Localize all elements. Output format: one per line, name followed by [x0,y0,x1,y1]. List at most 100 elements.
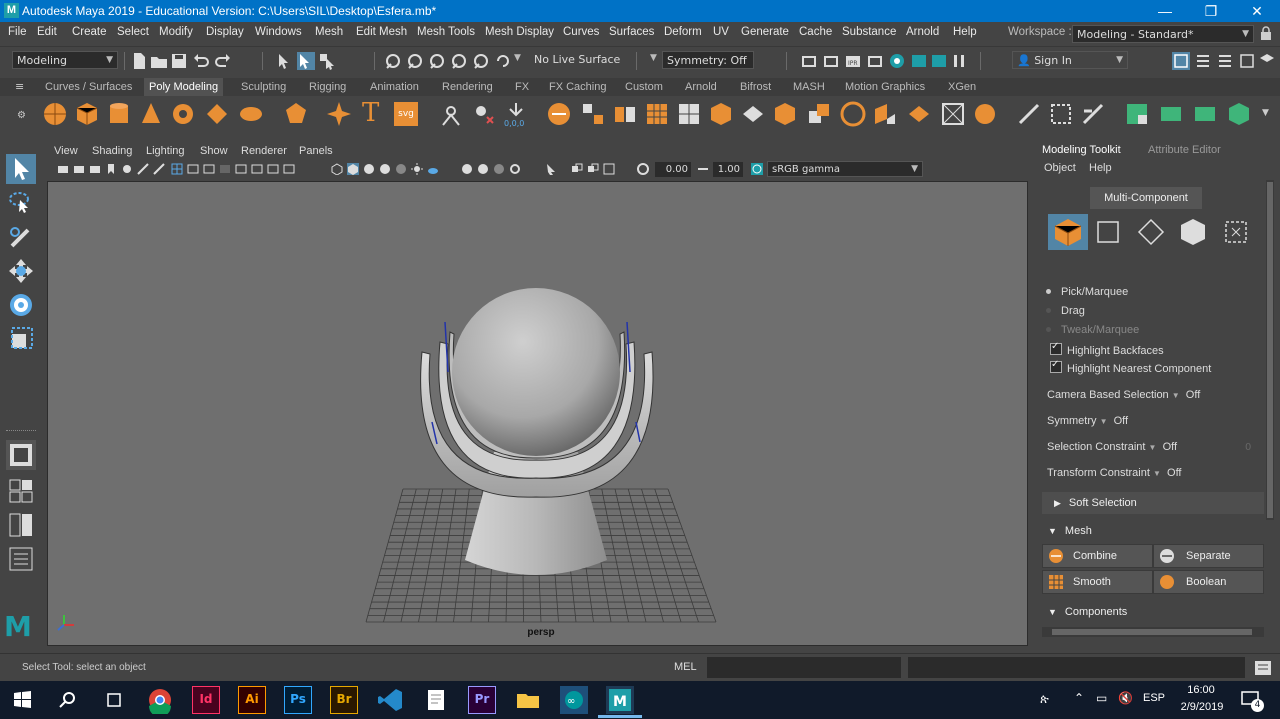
four-view-layout-icon[interactable] [6,476,36,506]
camera-select-icon[interactable] [57,163,69,175]
move-tool-icon[interactable] [6,256,36,286]
tab-mash[interactable]: MASH [788,78,830,96]
notepad-icon[interactable] [422,686,450,714]
extract-icon[interactable] [612,101,638,127]
menu-edit[interactable]: Edit [37,26,57,38]
workspace-dropdown[interactable]: Modeling - Standard* ▼ [1072,25,1254,43]
shadows-icon[interactable] [427,163,439,175]
clock-date[interactable]: 2/9/2019 [1176,701,1228,713]
wireframe-on-shaded-icon[interactable] [363,163,375,175]
menu-edit-mesh[interactable]: Edit Mesh [356,26,407,38]
viewport-menu-panels[interactable]: Panels [299,145,333,157]
wireframe-icon[interactable] [283,163,295,175]
single-view-layout-icon[interactable] [6,440,36,470]
extrude-icon[interactable] [806,101,832,127]
render-settings-icon[interactable] [866,52,884,70]
channel-box-icon[interactable] [1238,52,1256,70]
clock-time[interactable]: 16:00 [1186,684,1216,696]
poly-cylinder-icon[interactable] [106,101,132,127]
minimize-button[interactable]: — [1142,0,1188,22]
viewport-menu-lighting[interactable]: Lighting [146,145,185,157]
super-shape-icon[interactable] [326,101,352,127]
combine-button[interactable]: Combine [1042,544,1153,568]
panel-menu-object[interactable]: Object [1044,160,1076,176]
gear-icon[interactable]: ⚙ [17,110,26,121]
face-mode-icon[interactable] [1178,214,1208,250]
screen-space-ao-icon[interactable] [461,163,473,175]
soft-selection-header[interactable]: ▶ Soft Selection [1042,492,1264,514]
redo-icon[interactable] [214,52,232,70]
sign-in-dropdown[interactable]: 👤 Sign In ▼ [1012,51,1128,69]
multi-component-button[interactable]: Multi-Component [1090,187,1202,209]
menu-windows[interactable]: Windows [255,26,302,38]
viewport-menu-view[interactable]: View [54,145,78,157]
menu-surfaces[interactable]: Surfaces [609,26,654,38]
render-sequence-icon[interactable] [822,52,840,70]
uv-mode-icon[interactable] [1222,214,1252,250]
open-scene-icon[interactable] [150,52,168,70]
depth-of-field-icon[interactable] [509,163,521,175]
fill-hole-icon[interactable] [906,101,932,127]
viewport-menu-shading[interactable]: Shading [92,145,132,157]
resolution-gate-icon[interactable] [203,163,215,175]
panel-menu-help[interactable]: Help [1089,160,1112,176]
grease-pencil-icon[interactable] [137,163,149,175]
shelf-scroll-icon[interactable]: ▼ [1262,108,1269,118]
snap-rotate-icon[interactable] [494,52,512,70]
svg-tool-icon[interactable]: svg [394,102,418,126]
sweep-mesh-icon[interactable] [438,101,464,127]
image-plane-icon[interactable] [105,163,117,175]
bridge-icon[interactable] [772,101,798,127]
tab-motion-graphics[interactable]: Motion Graphics [840,78,930,96]
drag-option[interactable]: Drag [1046,305,1085,317]
color-management-icon[interactable] [751,163,763,175]
tab-attribute-editor[interactable]: Attribute Editor [1148,142,1221,158]
gamma-field[interactable]: 1.00 [713,162,743,177]
attribute-editor-icon[interactable] [1194,52,1212,70]
highlight-nearest-checkbox[interactable]: Highlight Nearest Component [1050,359,1211,375]
display-axes-icon[interactable]: 0,0,0 [503,101,529,127]
select-hierarchy-icon[interactable] [276,52,294,70]
poly-plane-icon[interactable] [204,101,230,127]
menu-select[interactable]: Select [117,26,149,38]
use-all-lights-icon[interactable] [395,163,407,175]
poly-torus-icon[interactable] [170,101,196,127]
gamma-icon[interactable] [697,163,709,175]
exposure-field[interactable]: 0.00 [655,162,691,177]
light-icon[interactable] [411,163,423,175]
ipr-render-icon[interactable]: IPR [844,52,862,70]
paint-select-icon[interactable] [6,222,36,252]
tweak-marquee-option[interactable]: Tweak/Marquee [1046,324,1139,336]
render-view-icon[interactable] [910,52,928,70]
tab-arnold[interactable]: Arnold [680,78,722,96]
edge-mode-icon[interactable] [1136,214,1166,250]
input-language[interactable]: ESP [1143,692,1165,704]
color-space-dropdown[interactable]: sRGB gamma ▼ [767,161,923,177]
uv-editor-icon[interactable] [1124,101,1150,127]
command-language-label[interactable]: MEL [674,661,697,673]
bridge-icon[interactable]: Br [330,686,358,714]
multi-cut-icon[interactable] [1016,101,1042,127]
automatic-map-icon[interactable] [1226,101,1252,127]
reduce-icon[interactable] [676,101,702,127]
separate-button[interactable]: Separate [1153,544,1264,568]
transform-constraint-row[interactable]: Transform Constraint ▼ Off [1047,467,1182,479]
vscode-icon[interactable] [376,686,404,714]
script-editor-icon[interactable] [1254,659,1272,677]
live-surface-field[interactable]: No Live Surface [530,51,630,69]
rotate-tool-icon[interactable] [6,290,36,320]
gate-mask-icon[interactable] [219,163,231,175]
poly-disc-icon[interactable] [238,101,264,127]
chrome-icon[interactable] [146,686,174,714]
premiere-icon[interactable]: Pr [468,686,496,714]
append-polygon-icon[interactable] [872,101,898,127]
shelf-menu-icon[interactable]: ≡ [15,80,24,93]
vertex-mode-icon[interactable] [1094,214,1124,250]
isolate-select-icon[interactable] [545,163,557,175]
combine-icon[interactable] [546,101,572,127]
illustrator-icon[interactable]: Ai [238,686,266,714]
tab-custom[interactable]: Custom [620,78,668,96]
snap-grid-icon[interactable] [384,52,402,70]
selection-constraint-row[interactable]: Selection Constraint ▼ Off [1047,441,1177,453]
menu-uv[interactable]: UV [713,26,729,38]
